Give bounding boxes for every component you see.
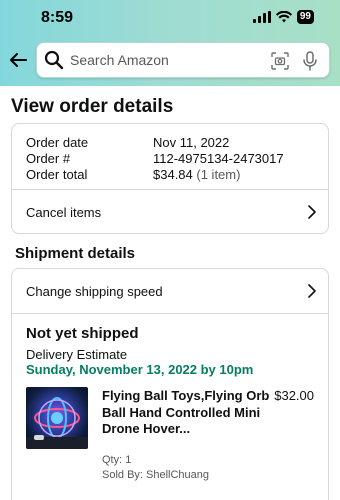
drone-ball-image — [26, 397, 88, 449]
signal-icon — [252, 11, 271, 23]
back-arrow-icon[interactable] — [8, 50, 28, 70]
order-total-label: Order total — [26, 167, 88, 182]
header: 8:59 99 — [0, 0, 340, 86]
order-date-value: Nov 11, 2022 — [153, 135, 230, 150]
status-icons: 99 — [252, 10, 314, 24]
product-title-link[interactable]: Flying Ball Toys,Flying Orb Ball Hand Co… — [102, 388, 274, 438]
battery-indicator: 99 — [296, 10, 314, 24]
chevron-right-icon — [308, 284, 316, 298]
order-total: $34.84 (1 item) — [153, 167, 240, 182]
shipment-status: Not yet shipped — [26, 325, 139, 342]
search-icon — [44, 50, 64, 70]
cancel-items-row[interactable]: Cancel items — [12, 190, 328, 234]
product-seller: Sold By: ShellChuang — [102, 469, 210, 481]
shipment-section-title: Shipment details — [15, 245, 136, 262]
shipment-card: Change shipping speed Not yet shipped De… — [11, 268, 329, 500]
order-date-label: Order date — [26, 135, 89, 150]
order-number-value: 112-4975134-2473017 — [153, 151, 284, 166]
cancel-items-label: Cancel items — [26, 204, 102, 220]
page-title: View order details — [11, 96, 174, 117]
delivery-date: Sunday, November 13, 2022 by 10pm — [26, 362, 254, 377]
mic-icon[interactable] — [301, 51, 319, 71]
status-time: 8:59 — [41, 9, 74, 26]
order-item-count: (1 item) — [196, 167, 241, 182]
search-input[interactable] — [70, 52, 260, 68]
order-summary-card: Order date Nov 11, 2022 Order # 112-4975… — [11, 123, 329, 234]
product-price: $32.00 — [274, 388, 314, 403]
order-total-value: $34.84 — [153, 167, 193, 182]
product-quantity: Qty: 1 — [102, 454, 132, 466]
divider — [12, 313, 328, 314]
change-shipping-speed-label: Change shipping speed — [26, 283, 163, 299]
wifi-icon — [275, 11, 292, 23]
change-shipping-speed-row[interactable]: Change shipping speed — [12, 269, 328, 313]
search-bar[interactable] — [36, 42, 330, 78]
camera-icon[interactable] — [271, 52, 289, 70]
product-image[interactable] — [26, 387, 88, 449]
order-number-label: Order # — [26, 151, 71, 166]
delivery-estimate-label: Delivery Estimate — [26, 347, 128, 362]
chevron-right-icon — [308, 205, 316, 219]
